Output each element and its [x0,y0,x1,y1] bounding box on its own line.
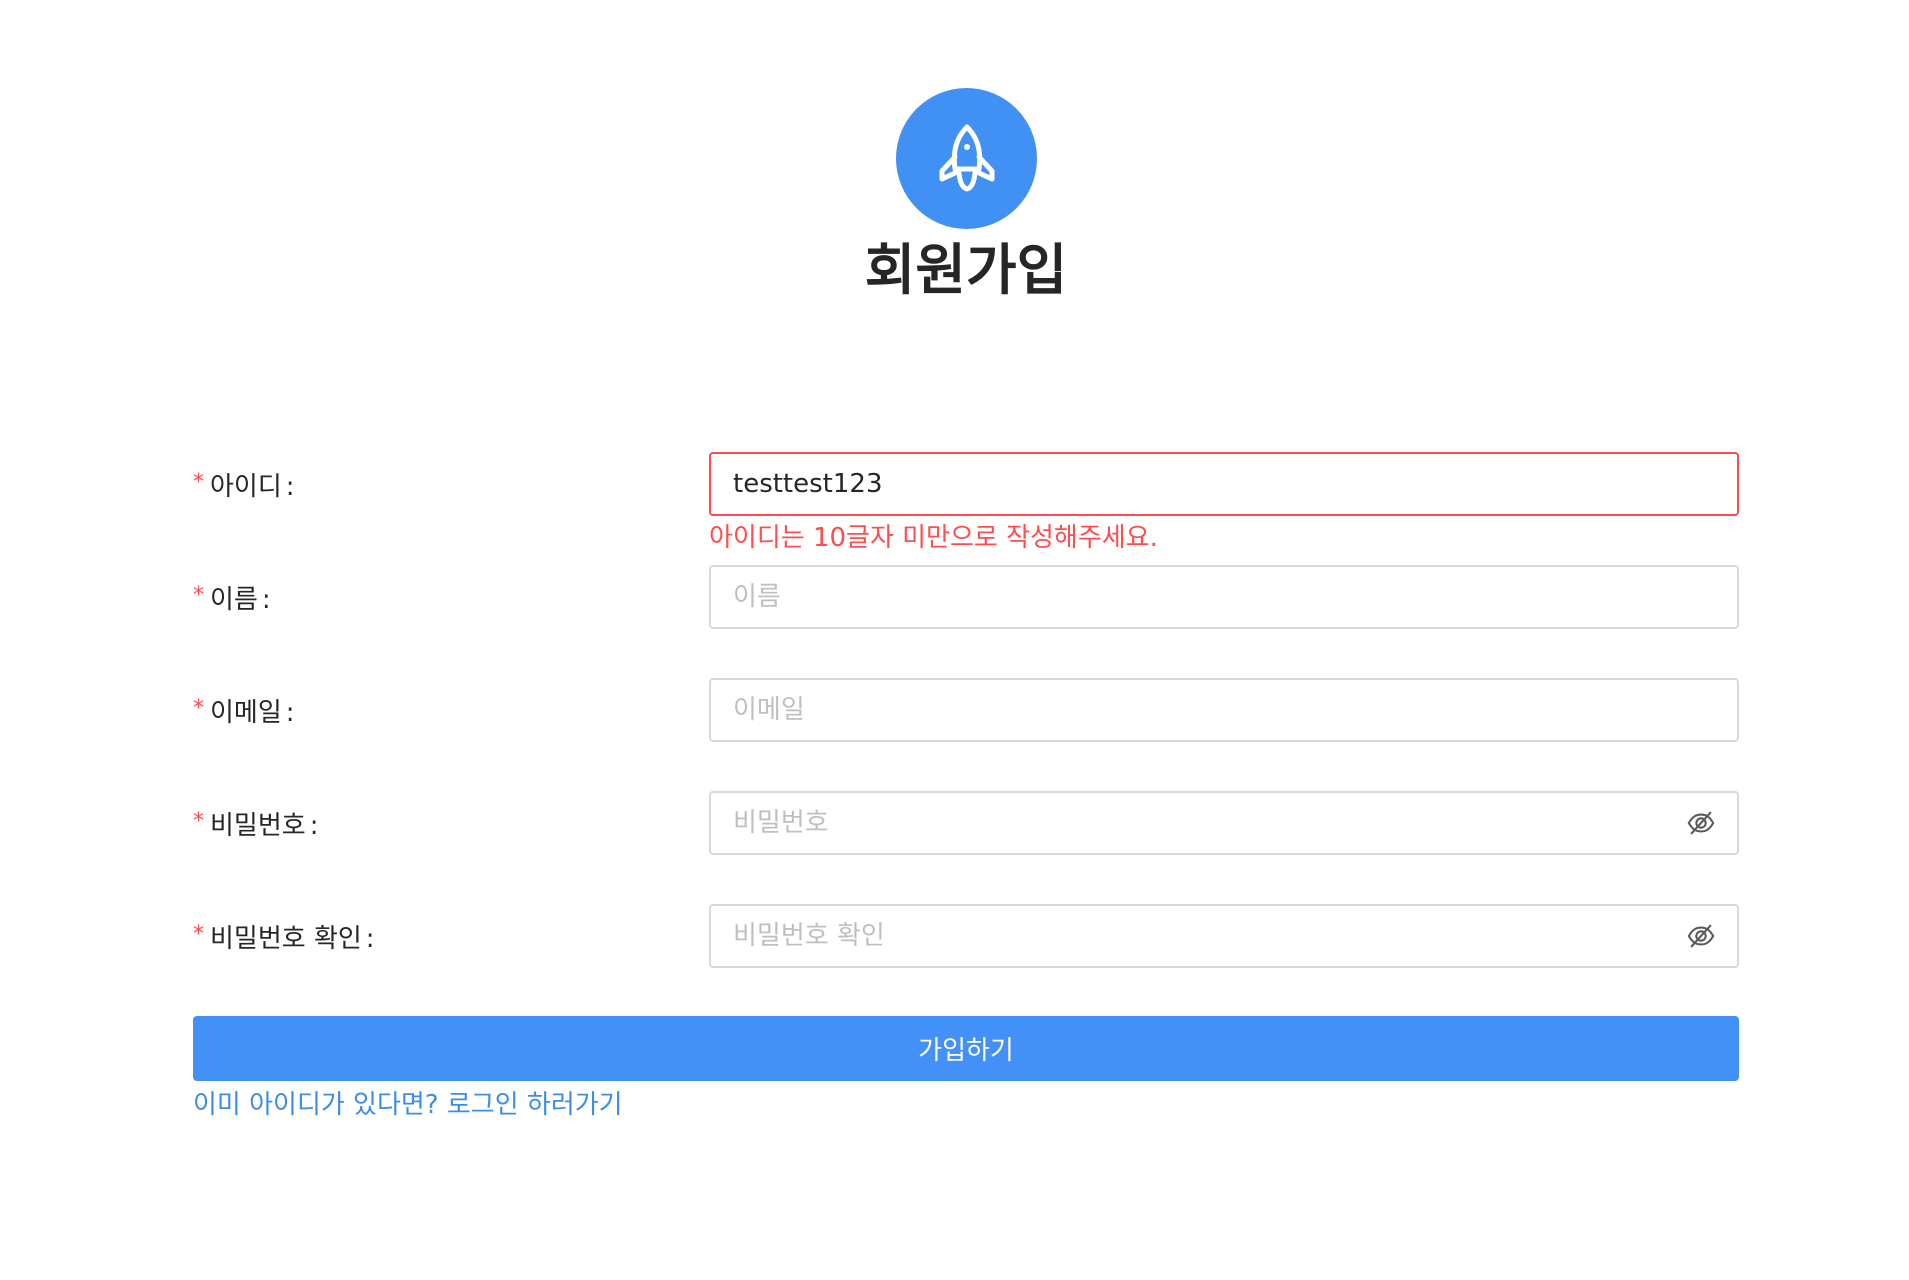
label-colon: : [261,585,271,615]
form-row-email: * 이메일: [193,678,1739,742]
label-colon: : [285,698,295,728]
go-to-login-link[interactable]: 이미 아이디가 있다면? 로그인 하러가기 [193,1085,623,1125]
label-colon: : [365,924,375,954]
logo-badge [896,88,1037,229]
label-colon: : [309,811,319,841]
password-input[interactable] [711,793,1685,853]
signup-submit-button[interactable]: 가입하기 [193,1016,1739,1081]
page-title: 회원가입 [864,238,1068,302]
required-mark: * [193,696,204,721]
required-mark: * [193,922,204,947]
name-label-text: 이름 [210,585,258,615]
password-label: * 비밀번호: [193,791,318,855]
form-row-name: * 이름: [193,565,1739,629]
password-confirm-field [709,904,1739,968]
eye-invisible-icon[interactable] [1685,807,1717,839]
email-label-text: 이메일 [210,698,282,728]
signup-page: 회원가입 *아이디: 아이디는 10글자 미만으로 작성해주세요. *이름: *… [0,0,1909,1280]
label-colon: : [285,472,295,502]
id-error-message: 아이디는 10글자 미만으로 작성해주세요. [709,523,1158,553]
password-confirm-input[interactable] [711,906,1685,966]
id-label-text: 아이디 [210,472,282,502]
rocket-icon [939,124,994,191]
name-field [709,565,1739,629]
password-label-text: 비밀번호 [210,811,306,841]
id-label: * 아이디: [193,452,295,516]
password-confirm-label-text: 비밀번호 확인 [210,924,362,954]
email-label: * 이메일: [193,678,295,742]
required-mark: * [193,583,204,608]
form-row-id: *아이디: 아이디는 10글자 미만으로 작성해주세요. [193,452,1739,553]
name-input[interactable] [711,567,1737,627]
password-confirm-label: * 비밀번호 확인: [193,904,375,968]
signup-form: *아이디: 아이디는 10글자 미만으로 작성해주세요. *이름: *이메일: [193,452,1739,1125]
eye-invisible-icon[interactable] [1685,920,1717,952]
form-row-password: * 비밀번호: [193,791,1739,855]
name-label: * 이름: [193,565,271,629]
password-field [709,791,1739,855]
required-mark: * [193,809,204,834]
email-input[interactable] [711,680,1737,740]
id-field [709,452,1739,516]
form-row-password-confirm: * 비밀번호 확인: [193,904,1739,968]
required-mark: * [193,470,204,495]
email-field [709,678,1739,742]
id-input[interactable] [711,454,1737,514]
